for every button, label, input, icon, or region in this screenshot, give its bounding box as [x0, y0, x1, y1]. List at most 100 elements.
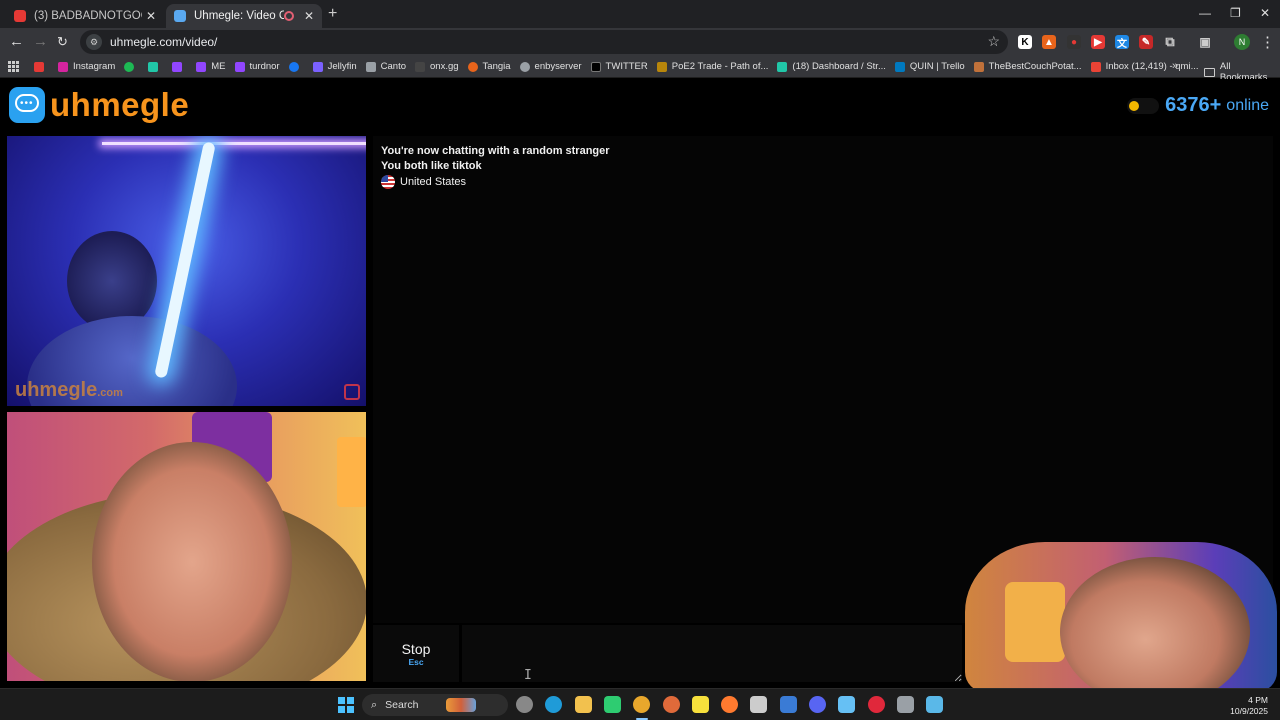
bookmark-label: PoE2 Trade - Path of... [671, 61, 769, 72]
bookmark-label: Tangia [482, 61, 511, 72]
chat-status-line: You're now chatting with a random strang… [381, 145, 610, 157]
tab-youtube[interactable]: (3) BADBADNOTGOOD - Playg ✕ [6, 4, 164, 28]
file-explorer-icon[interactable] [574, 696, 592, 713]
instagram-icon [58, 61, 68, 72]
bookmark-poe2-trade[interactable]: PoE2 Trade - Path of... [656, 61, 769, 72]
close-tab-icon[interactable]: ✕ [304, 9, 314, 23]
close-tab-icon[interactable]: ✕ [146, 9, 156, 23]
record-extension-icon[interactable]: ● [1067, 35, 1081, 49]
country-line: United States [381, 175, 1265, 189]
self-person [92, 442, 292, 681]
browser-toolbar: ← → ↻ ⚙ uhmegle.com/video/ ☆ K ▲ ● ▶ 文 ✎… [0, 28, 1280, 56]
edge-icon[interactable] [545, 696, 563, 713]
minimize-button[interactable]: — [1199, 6, 1211, 20]
bookmark-label: Inbox (12,419) - qmi... [1105, 61, 1199, 72]
bookmark-label: Instagram [73, 61, 116, 72]
bookmark-label: ME [211, 61, 226, 72]
lamp [337, 437, 366, 507]
bookmark-canto[interactable]: Canto [365, 61, 406, 72]
fox-extension-icon[interactable]: ▲ [1042, 35, 1056, 49]
sticky-notes-icon[interactable] [691, 696, 709, 713]
dashboard-icon [777, 61, 788, 72]
steam-icon[interactable] [838, 696, 856, 713]
settings-icon[interactable] [896, 696, 914, 713]
bookmark-tangia[interactable]: Tangia [467, 61, 511, 72]
windows-start-icon[interactable] [338, 697, 354, 713]
taskbar-search[interactable]: ⌕ Search [362, 694, 508, 716]
game-icon[interactable] [750, 696, 768, 713]
uhmegle-favicon-icon [174, 10, 186, 22]
opera-icon[interactable] [867, 696, 885, 713]
new-tab-button[interactable]: + [328, 5, 337, 23]
bookmark-twitter[interactable]: TWITTER [590, 61, 648, 72]
menu-kebab-icon[interactable]: ⋮ [1260, 33, 1275, 51]
play-icon[interactable] [603, 696, 621, 713]
folder-icon [1204, 67, 1215, 77]
translate-extension-icon[interactable]: 文 [1115, 35, 1129, 50]
more-bookmarks-chevron-icon[interactable]: » [1172, 60, 1178, 72]
bookmark-trello[interactable]: QUIN | Trello [894, 61, 965, 72]
notepad-icon[interactable] [926, 696, 944, 713]
tab-title: (3) BADBADNOTGOOD - Playg [34, 10, 142, 22]
bookmark-turdnor[interactable]: turdnor [234, 61, 280, 72]
k-extension-icon[interactable]: K [1018, 35, 1032, 49]
taskbar-clock[interactable]: 4 PM 10/9/2025 [1230, 695, 1268, 717]
close-window-button[interactable]: ✕ [1260, 6, 1270, 20]
bookmark-me[interactable]: ME [196, 61, 226, 72]
bookmark-twitch[interactable] [172, 61, 187, 72]
tab-uhmegle[interactable]: Uhmegle: Video Chat | Ome ✕ [166, 4, 322, 28]
address-bar[interactable]: ⚙ uhmegle.com/video/ ☆ [80, 30, 1008, 54]
pin-extension-icon[interactable]: ✎ [1139, 35, 1153, 49]
bookmark-jellyfin[interactable]: Jellyfin [312, 61, 357, 72]
bookmark-couchpotato[interactable]: TheBestCouchPotat... [973, 61, 1082, 72]
bookmark-facebook[interactable] [288, 61, 304, 72]
bookmark-spotify[interactable] [124, 61, 139, 72]
profile-avatar[interactable]: N [1234, 34, 1250, 50]
apps-grid-icon[interactable] [8, 60, 20, 73]
bookmark-label: (18) Dashboard / Str... [792, 61, 886, 72]
bookmark-dashboard[interactable]: (18) Dashboard / Str... [777, 61, 886, 72]
stop-button[interactable]: Stop Esc [373, 625, 459, 682]
forward-button[interactable]: → [33, 33, 48, 50]
uhmegle-logo[interactable]: ••• uhmegle [9, 86, 189, 124]
theme-toggle[interactable] [1127, 97, 1160, 114]
basketball-icon[interactable] [662, 696, 680, 713]
bookmark-instagram[interactable]: Instagram [58, 61, 115, 72]
spotify-icon [124, 61, 135, 72]
bookmark-enbyserver[interactable]: enbyserver [519, 61, 582, 72]
online-count: 6376+ [1165, 94, 1222, 116]
chat-bubble-icon: ••• [9, 87, 45, 123]
bookmark-onx[interactable]: onx.gg [415, 61, 459, 72]
logo-text: uhmegle [50, 86, 190, 123]
youtube-extension-icon[interactable]: ▶ [1091, 35, 1105, 49]
bookmark-star-icon[interactable]: ☆ [987, 33, 1000, 50]
message-input[interactable] [462, 625, 962, 682]
twitch-icon [172, 61, 183, 72]
chatgpt-icon[interactable] [516, 696, 533, 713]
poe-icon [656, 61, 667, 72]
chrome-icon[interactable] [633, 696, 651, 713]
site-info-icon[interactable]: ⚙ [86, 34, 102, 50]
app-icon[interactable] [779, 696, 797, 713]
restore-button[interactable]: ❐ [1230, 6, 1241, 20]
side-panel-icon[interactable]: ▣ [1198, 35, 1212, 49]
bookmark-label: Jellyfin [327, 61, 357, 72]
bookmark-gmail[interactable]: Inbox (12,419) - qmi... [1090, 61, 1199, 72]
windows-taskbar: ⌕ Search 4 PM 10/9/2025 [0, 688, 1280, 720]
url-text: uhmegle.com/video/ [110, 35, 218, 49]
bookmark-label: TWITTER [605, 61, 648, 72]
self-video [7, 412, 366, 681]
reload-button[interactable]: ↻ [57, 34, 68, 50]
bookmark-streamelements[interactable] [148, 61, 163, 72]
stop-shortcut-hint: Esc [408, 656, 424, 667]
bookmark-label: turdnor [249, 61, 280, 72]
discord-icon[interactable] [809, 696, 826, 713]
x-icon [590, 61, 601, 72]
bookmark-youtube[interactable] [34, 61, 49, 72]
extensions-puzzle-icon[interactable]: ⧉ [1163, 34, 1177, 49]
twitch-icon [234, 61, 245, 72]
back-button[interactable]: ← [9, 33, 24, 50]
firefox-icon[interactable] [721, 696, 739, 713]
twitch-icon [196, 61, 207, 72]
bookmark-label: TheBestCouchPotat... [988, 61, 1082, 72]
